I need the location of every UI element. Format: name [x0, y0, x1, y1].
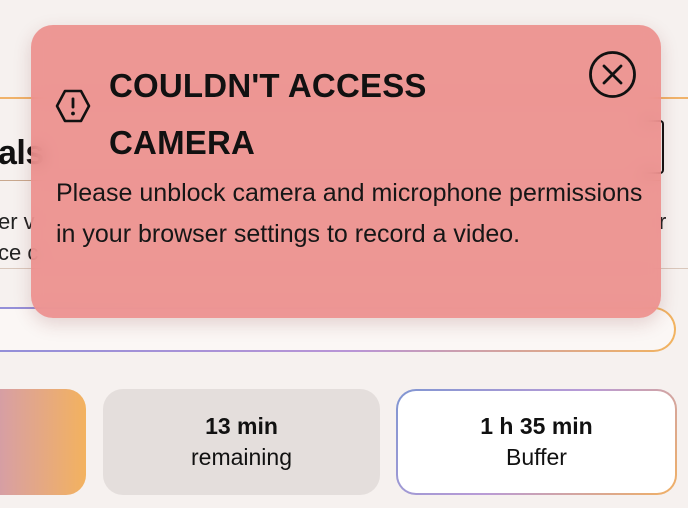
alert-message: Please unblock camera and microphone per… — [56, 179, 643, 248]
recording-screen: als er v ce c r 13 min remaining 1 h 35 … — [0, 0, 688, 508]
remaining-time-value: 13 min — [205, 413, 278, 439]
record-button[interactable] — [0, 389, 86, 495]
warning-icon — [55, 89, 91, 123]
close-icon[interactable] — [588, 50, 637, 99]
buffer-time-label: Buffer — [506, 444, 567, 470]
alert-title: COULDN'T ACCESS CAMERA — [109, 67, 427, 161]
remaining-time-tile: 13 min remaining — [103, 389, 380, 495]
buffer-time-tile[interactable]: 1 h 35 min Buffer — [396, 389, 677, 495]
camera-error-alert: COULDN'T ACCESS CAMERA Please unblock ca… — [31, 25, 661, 318]
remaining-time-label: remaining — [191, 444, 292, 470]
buffer-time-value: 1 h 35 min — [480, 413, 593, 439]
